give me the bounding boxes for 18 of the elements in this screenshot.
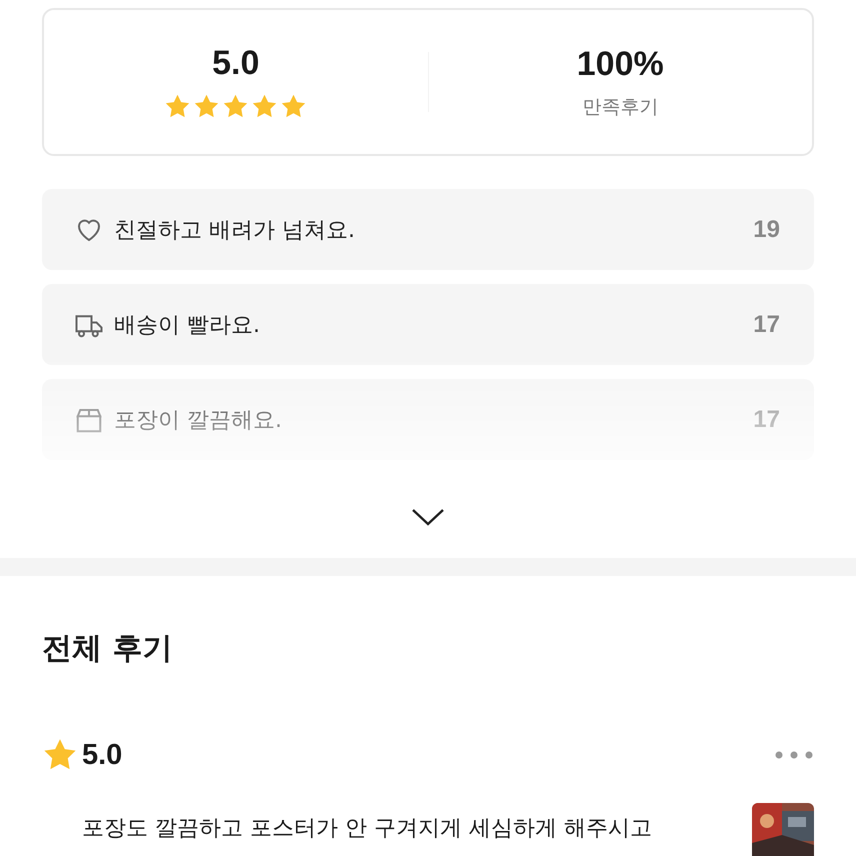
star-icon xyxy=(164,93,192,120)
star-icon xyxy=(280,93,308,120)
review-score: 5.0 xyxy=(82,738,122,772)
keyword-label: 배송이 빨라요. xyxy=(114,312,261,340)
more-options-icon[interactable] xyxy=(774,750,814,760)
keyword-count: 17 xyxy=(753,310,780,338)
keyword-label: 친절하고 배려가 넘쳐요. xyxy=(114,216,356,244)
star-icon xyxy=(251,93,278,120)
section-title: 전체 후기 xyxy=(42,630,174,668)
satisfaction-rate: 100% xyxy=(576,44,664,84)
review-text: 포장도 깔끔하고 포스터가 안 구겨지게 세심하게 해주시고 xyxy=(82,815,653,843)
keyword-count: 17 xyxy=(753,406,780,434)
star-icon xyxy=(222,93,250,120)
satisfaction-label: 만족후기 xyxy=(582,94,658,120)
keyword-label: 포장이 깔끔해요. xyxy=(114,406,283,434)
star-icon xyxy=(193,93,220,120)
keyword-count: 19 xyxy=(753,216,780,244)
average-score: 5.0 xyxy=(212,44,260,83)
